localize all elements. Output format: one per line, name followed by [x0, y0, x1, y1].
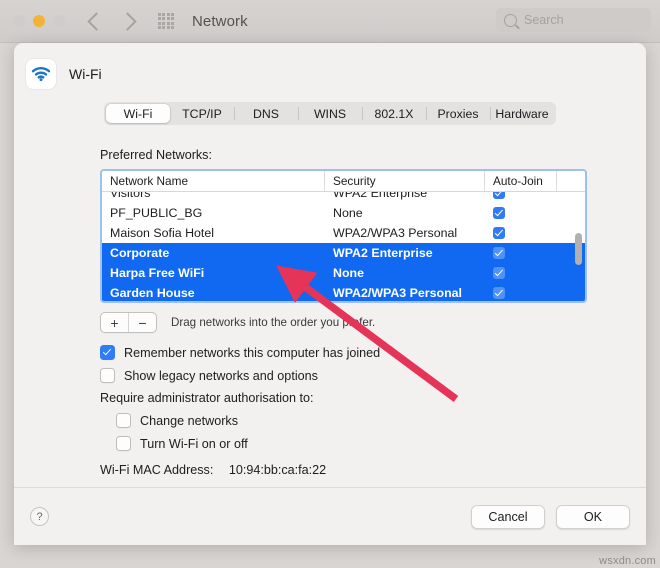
option-label: Remember networks this computer has join… — [124, 345, 381, 360]
watermark: wsxdn.com — [599, 555, 656, 567]
sheet-header: Wi-Fi — [14, 43, 646, 89]
cell-network-name: Harpa Free WiFi — [110, 266, 205, 280]
cell-network-name: Visitors — [110, 192, 151, 200]
option-label: Change networks — [140, 413, 239, 428]
cell-security: WPA2/WPA3 Personal — [333, 226, 458, 240]
option-label: Turn Wi-Fi on or off — [140, 436, 248, 451]
auto-join-checkbox[interactable] — [493, 247, 505, 259]
auto-join-checkbox[interactable] — [493, 287, 505, 299]
table-action-row: + − Drag networks into the order you pre… — [100, 312, 632, 333]
column-header-spacer — [557, 171, 585, 191]
wifi-icon — [26, 59, 56, 89]
preferred-networks-table[interactable]: Network Name Security Auto-Join Visitors… — [100, 169, 587, 303]
navigation-controls — [87, 11, 137, 31]
cell-network-name: Maison Sofia Hotel — [110, 226, 214, 240]
cell-security: None — [333, 206, 363, 220]
table-rows: Visitors WPA2 Enterprise PF_PUBLIC_BG No… — [102, 192, 585, 301]
remember-networks-checkbox[interactable] — [100, 345, 115, 360]
table-row[interactable]: PF_PUBLIC_BG None — [102, 203, 585, 223]
change-networks-checkbox[interactable] — [116, 413, 131, 428]
wifi-settings-sheet: Wi-Fi Wi-Fi TCP/IP DNS WINS 802.1X Proxi… — [14, 43, 646, 545]
table-row[interactable]: Visitors WPA2 Enterprise — [102, 192, 585, 203]
cell-auto-join — [485, 247, 557, 259]
forward-chevron-icon[interactable] — [118, 11, 137, 31]
table-scrollbar-thumb[interactable] — [575, 233, 582, 265]
show-all-grid-icon[interactable] — [158, 13, 175, 30]
tab-wifi[interactable]: Wi-Fi — [106, 104, 170, 123]
cell-auto-join — [485, 207, 557, 219]
wifi-panel: Preferred Networks: Network Name Securit… — [28, 148, 632, 518]
close-button[interactable] — [13, 15, 25, 27]
option-change-networks[interactable]: Change networks — [116, 413, 632, 428]
sheet-footer: ? Cancel OK — [14, 488, 646, 545]
option-turn-wifi-on-off[interactable]: Turn Wi-Fi on or off — [116, 436, 632, 451]
mac-address-value: 10:94:bb:ca:fa:22 — [228, 463, 327, 477]
tab-hardware[interactable]: Hardware — [490, 104, 554, 123]
window-titlebar: Network Search — [0, 0, 660, 43]
remove-network-button[interactable]: − — [129, 313, 156, 332]
ok-button[interactable]: OK — [556, 504, 630, 529]
maximize-button[interactable] — [53, 15, 65, 27]
tab-dns[interactable]: DNS — [234, 104, 298, 123]
cell-security: None — [333, 266, 364, 280]
screenshot-root: Network Search Wi-Fi Wi-Fi TCP/IP DNS WI… — [0, 0, 660, 568]
search-icon — [504, 13, 517, 27]
add-remove-segmented-control: + − — [100, 312, 157, 333]
admin-options: Change networks Turn Wi-Fi on or off — [100, 413, 632, 451]
traffic-light-group — [13, 15, 65, 27]
tab-proxies[interactable]: Proxies — [426, 104, 490, 123]
footer-buttons: Cancel OK — [471, 504, 630, 529]
cell-auto-join — [485, 287, 557, 299]
table-row[interactable]: Maison Sofia Hotel WPA2/WPA3 Personal — [102, 223, 585, 243]
settings-tabbar: Wi-Fi TCP/IP DNS WINS 802.1X Proxies Har… — [104, 102, 556, 125]
search-placeholder: Search — [524, 13, 564, 27]
cell-auto-join — [485, 267, 557, 279]
service-name: Wi-Fi — [69, 66, 102, 82]
add-network-button[interactable]: + — [101, 313, 129, 332]
table-header-row: Network Name Security Auto-Join — [102, 171, 585, 192]
option-remember-networks[interactable]: Remember networks this computer has join… — [100, 345, 632, 360]
minimize-button[interactable] — [33, 15, 45, 27]
mac-address-label: Wi-Fi MAC Address: — [100, 463, 214, 477]
auto-join-checkbox[interactable] — [493, 207, 505, 219]
show-legacy-checkbox[interactable] — [100, 368, 115, 383]
option-label: Show legacy networks and options — [124, 368, 318, 383]
network-preferences-window: Network Search Wi-Fi Wi-Fi TCP/IP DNS WI… — [0, 0, 660, 568]
column-header-network-name[interactable]: Network Name — [102, 171, 325, 191]
mac-address-row: Wi-Fi MAC Address: 10:94:bb:ca:fa:22 — [100, 463, 632, 477]
tab-wins[interactable]: WINS — [298, 104, 362, 123]
auto-join-checkbox[interactable] — [493, 192, 505, 199]
cell-network-name: Garden House — [110, 286, 195, 300]
back-chevron-icon[interactable] — [87, 11, 106, 31]
option-show-legacy[interactable]: Show legacy networks and options — [100, 368, 632, 383]
table-body: Visitors WPA2 Enterprise PF_PUBLIC_BG No… — [102, 192, 585, 301]
column-header-security[interactable]: Security — [325, 171, 485, 191]
column-header-auto-join[interactable]: Auto-Join — [485, 171, 557, 191]
table-row[interactable]: Garden House WPA2/WPA3 Personal — [102, 283, 585, 301]
admin-authorisation-label: Require administrator authorisation to: — [100, 391, 314, 405]
table-row[interactable]: Harpa Free WiFi None — [102, 263, 585, 283]
table-row[interactable]: Corporate WPA2 Enterprise — [102, 243, 585, 263]
help-button[interactable]: ? — [30, 507, 49, 526]
cell-security: WPA2 Enterprise — [333, 192, 428, 200]
cell-security: WPA2/WPA3 Personal — [333, 286, 462, 300]
turn-wifi-checkbox[interactable] — [116, 436, 131, 451]
cancel-button[interactable]: Cancel — [471, 504, 545, 529]
tab-8021x[interactable]: 802.1X — [362, 104, 426, 123]
cell-network-name: Corporate — [110, 246, 170, 260]
drag-hint-text: Drag networks into the order you prefer. — [171, 316, 376, 329]
preferred-networks-label: Preferred Networks: — [100, 148, 212, 162]
tab-tcpip[interactable]: TCP/IP — [170, 104, 234, 123]
auto-join-checkbox[interactable] — [493, 227, 505, 239]
cell-auto-join — [485, 227, 557, 239]
cell-security: WPA2 Enterprise — [333, 246, 433, 260]
auto-join-checkbox[interactable] — [493, 267, 505, 279]
cell-network-name: PF_PUBLIC_BG — [110, 206, 203, 220]
search-field[interactable]: Search — [496, 8, 651, 32]
window-title: Network — [192, 12, 248, 30]
cell-auto-join — [485, 192, 557, 199]
network-options: Remember networks this computer has join… — [100, 345, 632, 383]
